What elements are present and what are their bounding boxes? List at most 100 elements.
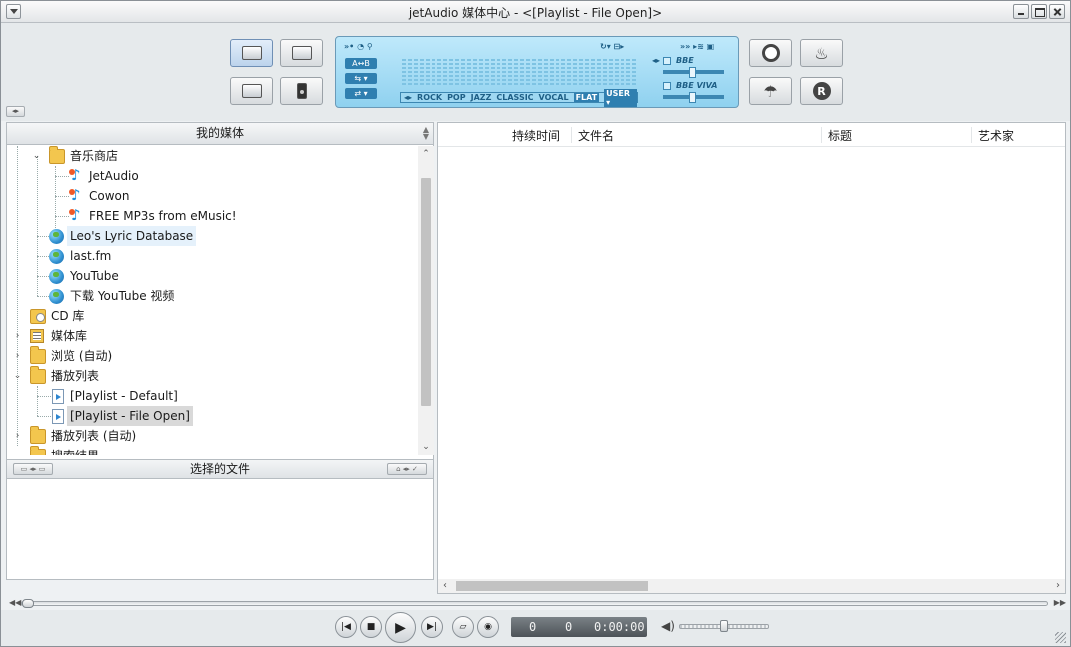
previous-icon: |◀ (341, 622, 351, 632)
eq-preset-vocal[interactable]: VOCAL (539, 93, 569, 102)
repeat-mode-button[interactable]: ⇆ ▾ (345, 73, 377, 84)
lcd-option-icons[interactable]: ↻▾ ⊟▸ (600, 42, 624, 51)
window-title: jetAudio 媒体中心 - <[Playlist - File Open]> (408, 6, 663, 20)
convert-icon: ☂ (763, 81, 778, 101)
eq-preset-rock[interactable]: ROCK (417, 93, 442, 102)
eject-button[interactable]: ◉ (477, 616, 499, 638)
monitor-icon (291, 46, 312, 60)
maximize-button[interactable] (1031, 4, 1047, 19)
expand-icon[interactable]: › (13, 426, 22, 446)
elapsed-time: 0:00:00 (594, 620, 645, 634)
minimize-button[interactable] (1013, 4, 1029, 19)
playlist-folder-icon (30, 366, 46, 384)
cd-rip-button[interactable] (749, 39, 792, 67)
scroll-left-icon[interactable]: ‹ (438, 579, 452, 593)
device-button[interactable] (280, 77, 323, 105)
my-media-header[interactable]: 我的媒体 ▲ ▼ (7, 123, 433, 145)
video-view-button[interactable] (280, 39, 323, 67)
collapse-icon[interactable]: ⌄ (32, 146, 41, 166)
resize-grip[interactable] (1055, 632, 1066, 643)
selected-files-view-toggle[interactable]: ▭ ◂▸ ▭ (13, 463, 53, 475)
lcd-mode-icons[interactable]: »• ◔ ⚲ (344, 42, 373, 51)
lcd-effect-icons[interactable]: »» ▸≋ ▣ (680, 42, 714, 51)
next-button[interactable]: ▶| (421, 616, 443, 638)
top-control-area: ◂▸ »• ◔ ⚲ A↔B ⇆ ▾ ⇄ ▾ ↻▾ ⊟▸ ◂▸ ROCK POP … (1, 23, 1070, 121)
selected-files-header: ▭ ◂▸ ▭ 选择的文件 ⌂ ◂▸ ✓ (7, 459, 433, 479)
bbe-viva-slider[interactable] (663, 92, 724, 103)
playlist-column-header: 持续时间 文件名 标题 艺术家 (438, 123, 1065, 147)
seek-track[interactable] (21, 601, 1048, 606)
bbe-slider[interactable] (663, 67, 724, 78)
eq-preset-jazz[interactable]: JAZZ (471, 93, 492, 102)
convert-button[interactable]: ☂ (749, 77, 792, 105)
library-folder-icon (30, 329, 44, 343)
burn-button[interactable]: ♨ (800, 39, 843, 67)
my-media-panel: 我的媒体 ▲▼ ⌄ 音乐商店 JetAud (6, 122, 434, 580)
skin-mode-button[interactable] (230, 77, 273, 105)
play-icon: ▶ (395, 619, 406, 636)
seek-bar[interactable]: ◀◀ ▶▶ (9, 598, 1066, 609)
scroll-up-icon[interactable]: ⌃ (418, 146, 434, 162)
bbe-checkbox[interactable] (663, 57, 671, 65)
playlist-panel: 持续时间 文件名 标题 艺术家 ‹ › (437, 122, 1066, 594)
music-store-folder-icon (49, 146, 65, 164)
spectrum-analyzer (402, 59, 637, 85)
eq-preset-classic[interactable]: CLASSIC (496, 93, 533, 102)
eq-preset-pop[interactable]: POP (447, 93, 466, 102)
my-media-title: 我的媒体 (195, 126, 244, 140)
shuffle-mode-button[interactable]: ⇄ ▾ (345, 88, 377, 99)
seek-back-icon[interactable]: ◀◀ (9, 598, 21, 607)
search-results-icon (30, 446, 46, 455)
stop-button[interactable]: ■ (360, 616, 382, 638)
close-button[interactable] (1049, 4, 1065, 19)
expand-icon[interactable]: › (13, 346, 22, 366)
tree-vertical-scrollbar[interactable]: ⌃ ⌄ (418, 146, 434, 455)
folder-open-icon: ▱ (459, 622, 467, 632)
next-icon: ▶| (427, 622, 437, 632)
expand-icon[interactable]: › (13, 326, 22, 346)
previous-button[interactable]: |◀ (335, 616, 357, 638)
selected-files-area[interactable] (7, 480, 433, 579)
music-note-icon (69, 185, 84, 205)
open-file-button[interactable]: ▱ (452, 616, 474, 638)
bbe-viva-label: BBE VIVA (676, 81, 718, 90)
collapse-icon[interactable]: ⌄ (13, 366, 22, 386)
screen-icon (241, 84, 262, 98)
column-filename[interactable]: 文件名 (571, 127, 614, 143)
eq-toggle-icon[interactable]: ◂▸ (404, 93, 412, 102)
ab-repeat-button[interactable]: A↔B (345, 58, 377, 69)
media-center-view-button[interactable] (230, 39, 273, 67)
track-count: 0 (565, 620, 573, 634)
column-title[interactable]: 标题 (821, 127, 852, 143)
playlist-horizontal-scrollbar[interactable]: ‹ › (438, 579, 1065, 593)
playlist-file-icon (52, 389, 64, 404)
scroll-thumb[interactable] (421, 178, 431, 406)
disc-icon (761, 44, 780, 62)
volume-handle[interactable] (720, 620, 728, 632)
scroll-right-icon[interactable]: › (1051, 579, 1065, 593)
globe-icon (49, 249, 64, 264)
record-button[interactable]: R (800, 77, 843, 105)
column-duration[interactable]: 持续时间 (506, 127, 560, 143)
horizontal-scroll-thumb[interactable] (456, 581, 648, 591)
flame-icon: ♨ (814, 43, 829, 63)
volume-icon[interactable]: ◀) (661, 619, 675, 633)
sort-icon[interactable]: ▲ ▼ (423, 126, 429, 141)
selected-files-options[interactable]: ⌂ ◂▸ ✓ (387, 463, 427, 475)
scroll-down-icon[interactable]: ⌄ (418, 439, 434, 455)
eq-preset-user[interactable]: USER ▾ (604, 88, 637, 107)
browse-folder-icon (30, 346, 46, 364)
column-artist[interactable]: 艺术家 (971, 127, 1014, 143)
play-button[interactable]: ▶ (385, 612, 416, 643)
seek-forward-icon[interactable]: ▶▶ (1054, 598, 1066, 607)
eq-preset-bar: ◂▸ ROCK POP JAZZ CLASSIC VOCAL FLAT USER… (400, 88, 638, 107)
collapse-toggle[interactable]: ◂▸ (6, 106, 25, 117)
jetaudio-window: jetAudio 媒体中心 - <[Playlist - File Open]>… (0, 0, 1071, 647)
seek-handle[interactable] (22, 599, 34, 608)
globe-icon (49, 229, 64, 244)
time-display[interactable]: 0 0 0:00:00 (511, 617, 647, 637)
bbe-viva-checkbox[interactable] (663, 82, 671, 90)
music-note-icon (69, 165, 84, 185)
globe-icon (49, 289, 64, 304)
eq-preset-flat[interactable]: FLAT (573, 93, 600, 102)
